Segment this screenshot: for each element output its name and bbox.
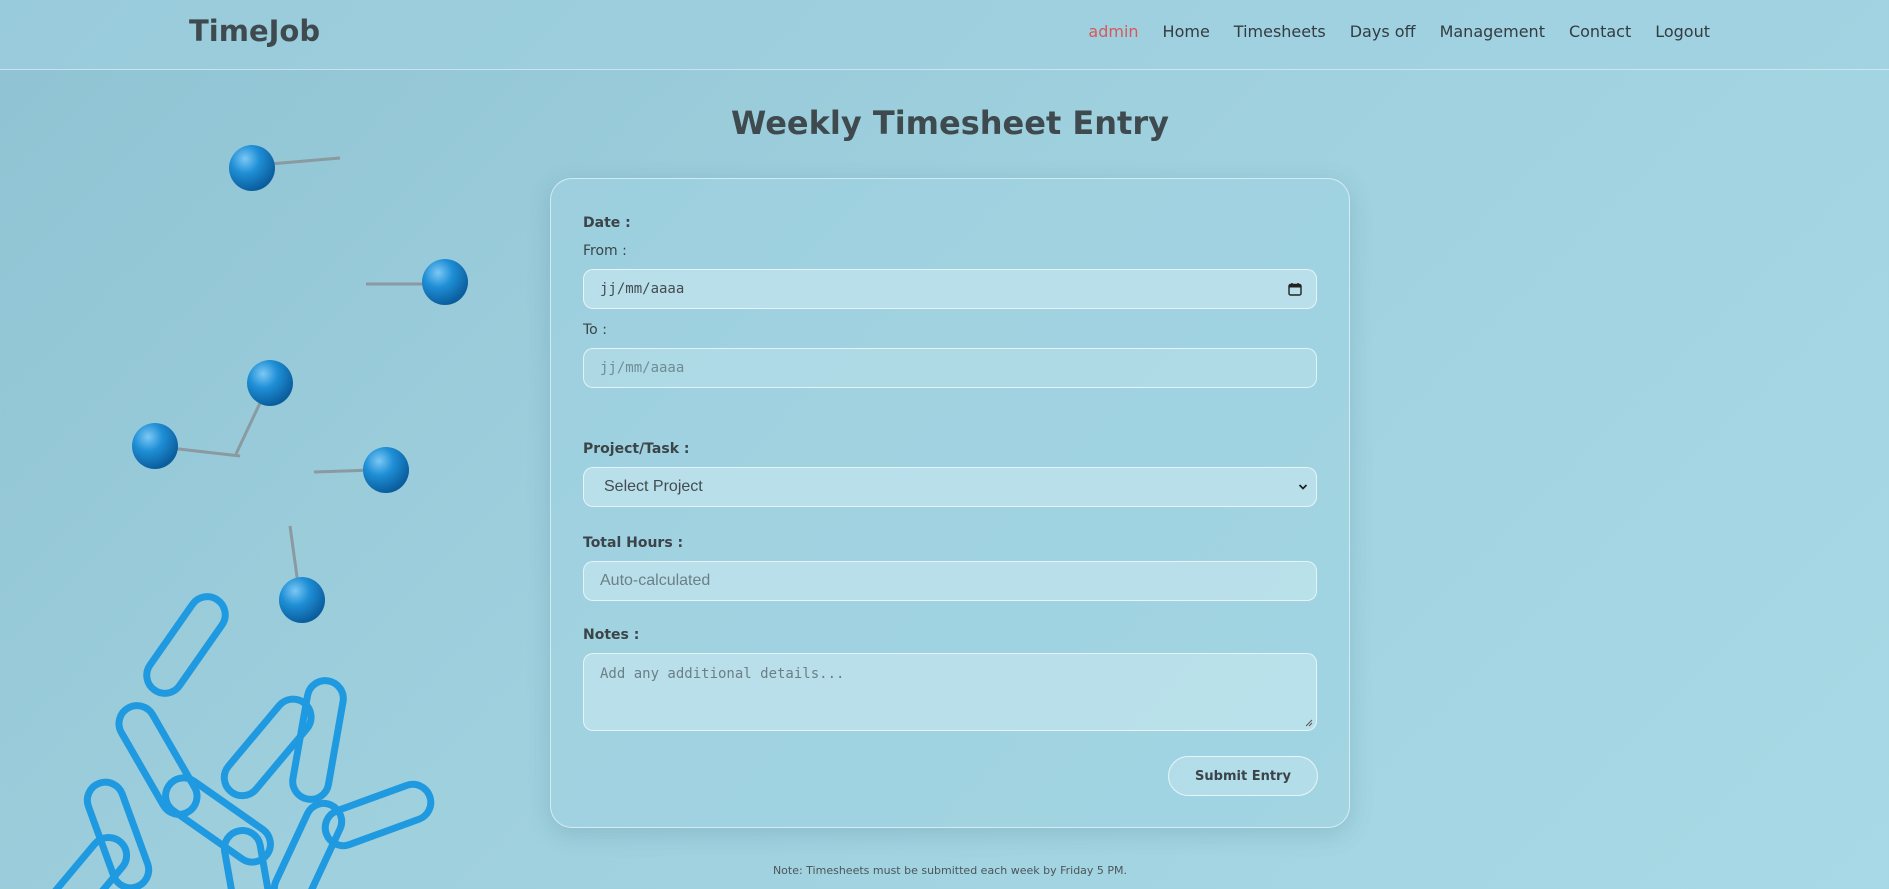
push-pin-5 — [313, 447, 409, 493]
notes-placeholder: Add any additional details... — [600, 666, 845, 682]
submit-entry-button[interactable]: Submit Entry — [1168, 756, 1318, 796]
push-pin-1 — [229, 145, 341, 191]
nav-link-contact[interactable]: Contact — [1569, 22, 1631, 41]
to-label: To : — [583, 322, 607, 338]
total-hours-label: Total Hours : — [583, 535, 684, 551]
project-select-value: Select Project — [604, 478, 703, 495]
timesheet-form: Date : From : jj/mm/aaaa To : jj/mm/aaaa… — [550, 178, 1350, 828]
nav-links: admin Home Timesheets Days off Managemen… — [1088, 22, 1710, 41]
to-date-value: jj/mm/aaaa — [600, 360, 685, 376]
resize-handle-icon[interactable] — [1305, 719, 1313, 727]
from-date-value: jj/mm/aaaa — [600, 281, 685, 297]
logo[interactable]: TimeJob — [189, 14, 320, 48]
push-pin-6 — [279, 525, 325, 623]
push-pin-3 — [234, 360, 293, 455]
notes-label: Notes : — [583, 627, 640, 643]
from-date-input[interactable]: jj/mm/aaaa — [583, 269, 1317, 309]
nav-link-days-off[interactable]: Days off — [1350, 22, 1416, 41]
to-date-input[interactable]: jj/mm/aaaa — [583, 348, 1317, 388]
nav-link-home[interactable]: Home — [1163, 22, 1210, 41]
project-label: Project/Task : — [583, 441, 690, 457]
from-label: From : — [583, 243, 627, 259]
navbar: TimeJob admin Home Timesheets Days off M… — [0, 0, 1889, 70]
page-title: Weekly Timesheet Entry — [731, 104, 1169, 142]
notes-textarea[interactable]: Add any additional details... — [583, 653, 1317, 731]
nav-link-logout[interactable]: Logout — [1655, 22, 1710, 41]
project-select[interactable]: Select Project — [583, 467, 1317, 507]
chevron-down-icon — [1298, 484, 1308, 490]
calendar-icon[interactable] — [1288, 282, 1302, 296]
total-hours-input[interactable]: Auto-calculated — [583, 561, 1317, 601]
push-pin-2 — [366, 259, 468, 305]
push-pin-4 — [132, 423, 241, 469]
paperclips — [45, 593, 435, 889]
nav-link-timesheets[interactable]: Timesheets — [1234, 22, 1326, 41]
nav-link-management[interactable]: Management — [1440, 22, 1545, 41]
nav-user-admin[interactable]: admin — [1088, 22, 1138, 41]
footer-note: Note: Timesheets must be submitted each … — [772, 864, 1128, 877]
date-label: Date : — [583, 215, 631, 231]
total-hours-placeholder: Auto-calculated — [600, 572, 711, 589]
